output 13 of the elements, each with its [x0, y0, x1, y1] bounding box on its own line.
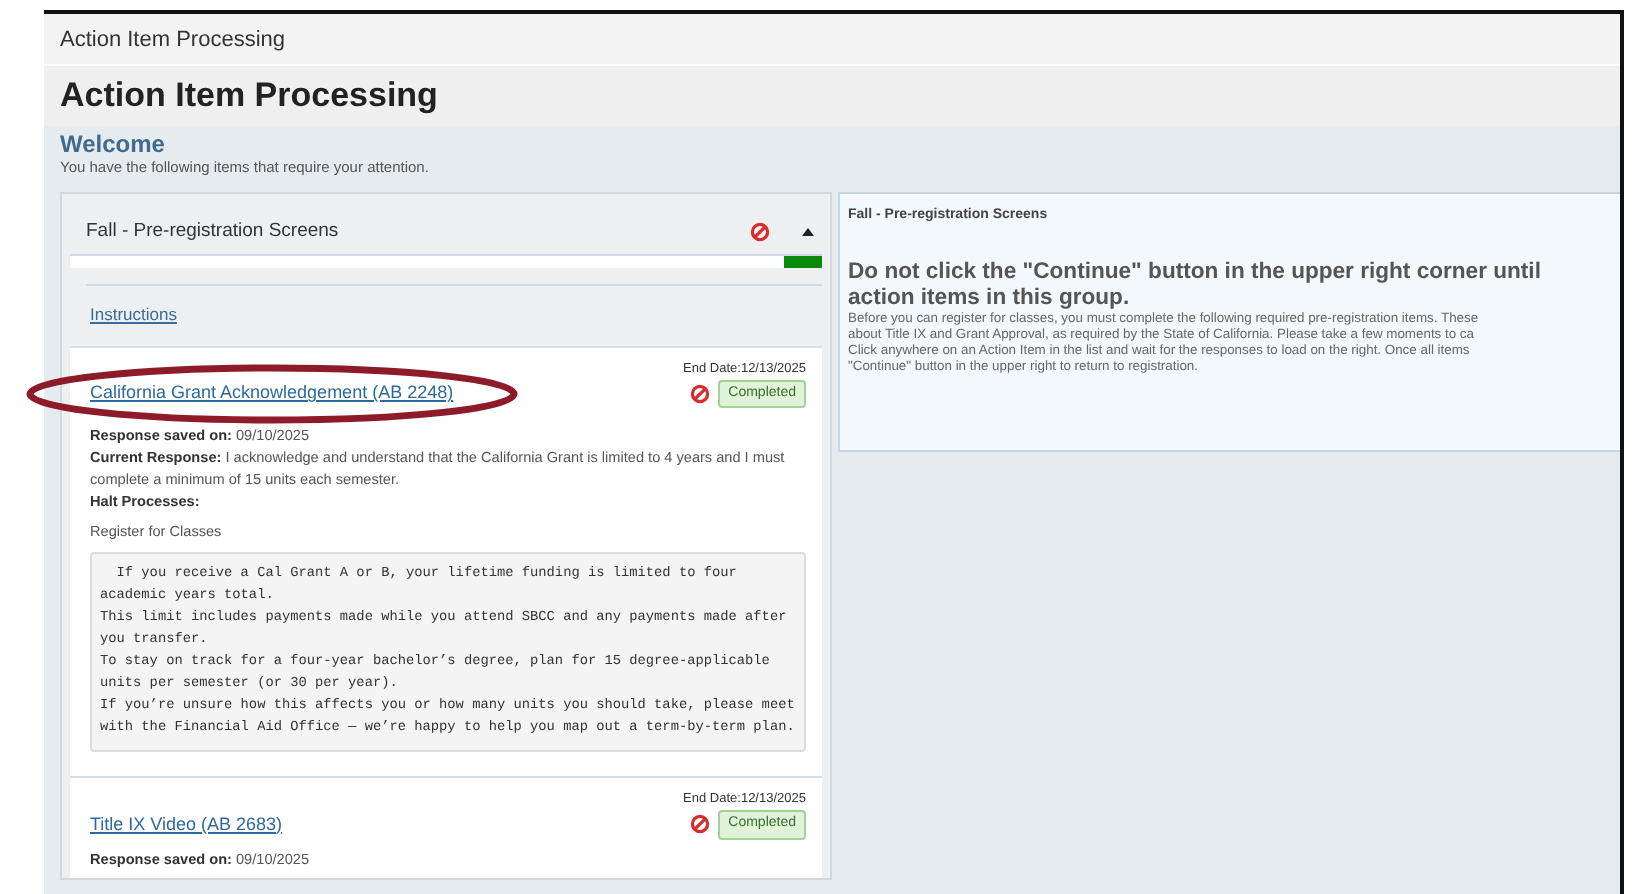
action-item-link[interactable]: Title IX Video (AB 2683) — [90, 811, 283, 838]
action-item-card[interactable] — [70, 346, 822, 777]
collapse-caret-icon[interactable] — [802, 228, 814, 237]
blocked-icon — [690, 384, 711, 404]
breadcrumb[interactable]: Action Item Processing — [44, 14, 1620, 65]
blocked-icon — [690, 814, 711, 835]
detail-heading-line: action items in this group. — [848, 285, 1132, 311]
blocked-icon — [750, 222, 770, 243]
page-title: Action Item Processing — [44, 65, 1620, 126]
group-title: Fall - Pre-registration Screens — [86, 218, 341, 246]
instructions-link[interactable]: Instructions — [62, 286, 205, 346]
welcome-heading: Welcome — [60, 132, 167, 158]
detail-heading-line: Do not click the "Continue" button in the upper right corner until — [848, 259, 1543, 285]
